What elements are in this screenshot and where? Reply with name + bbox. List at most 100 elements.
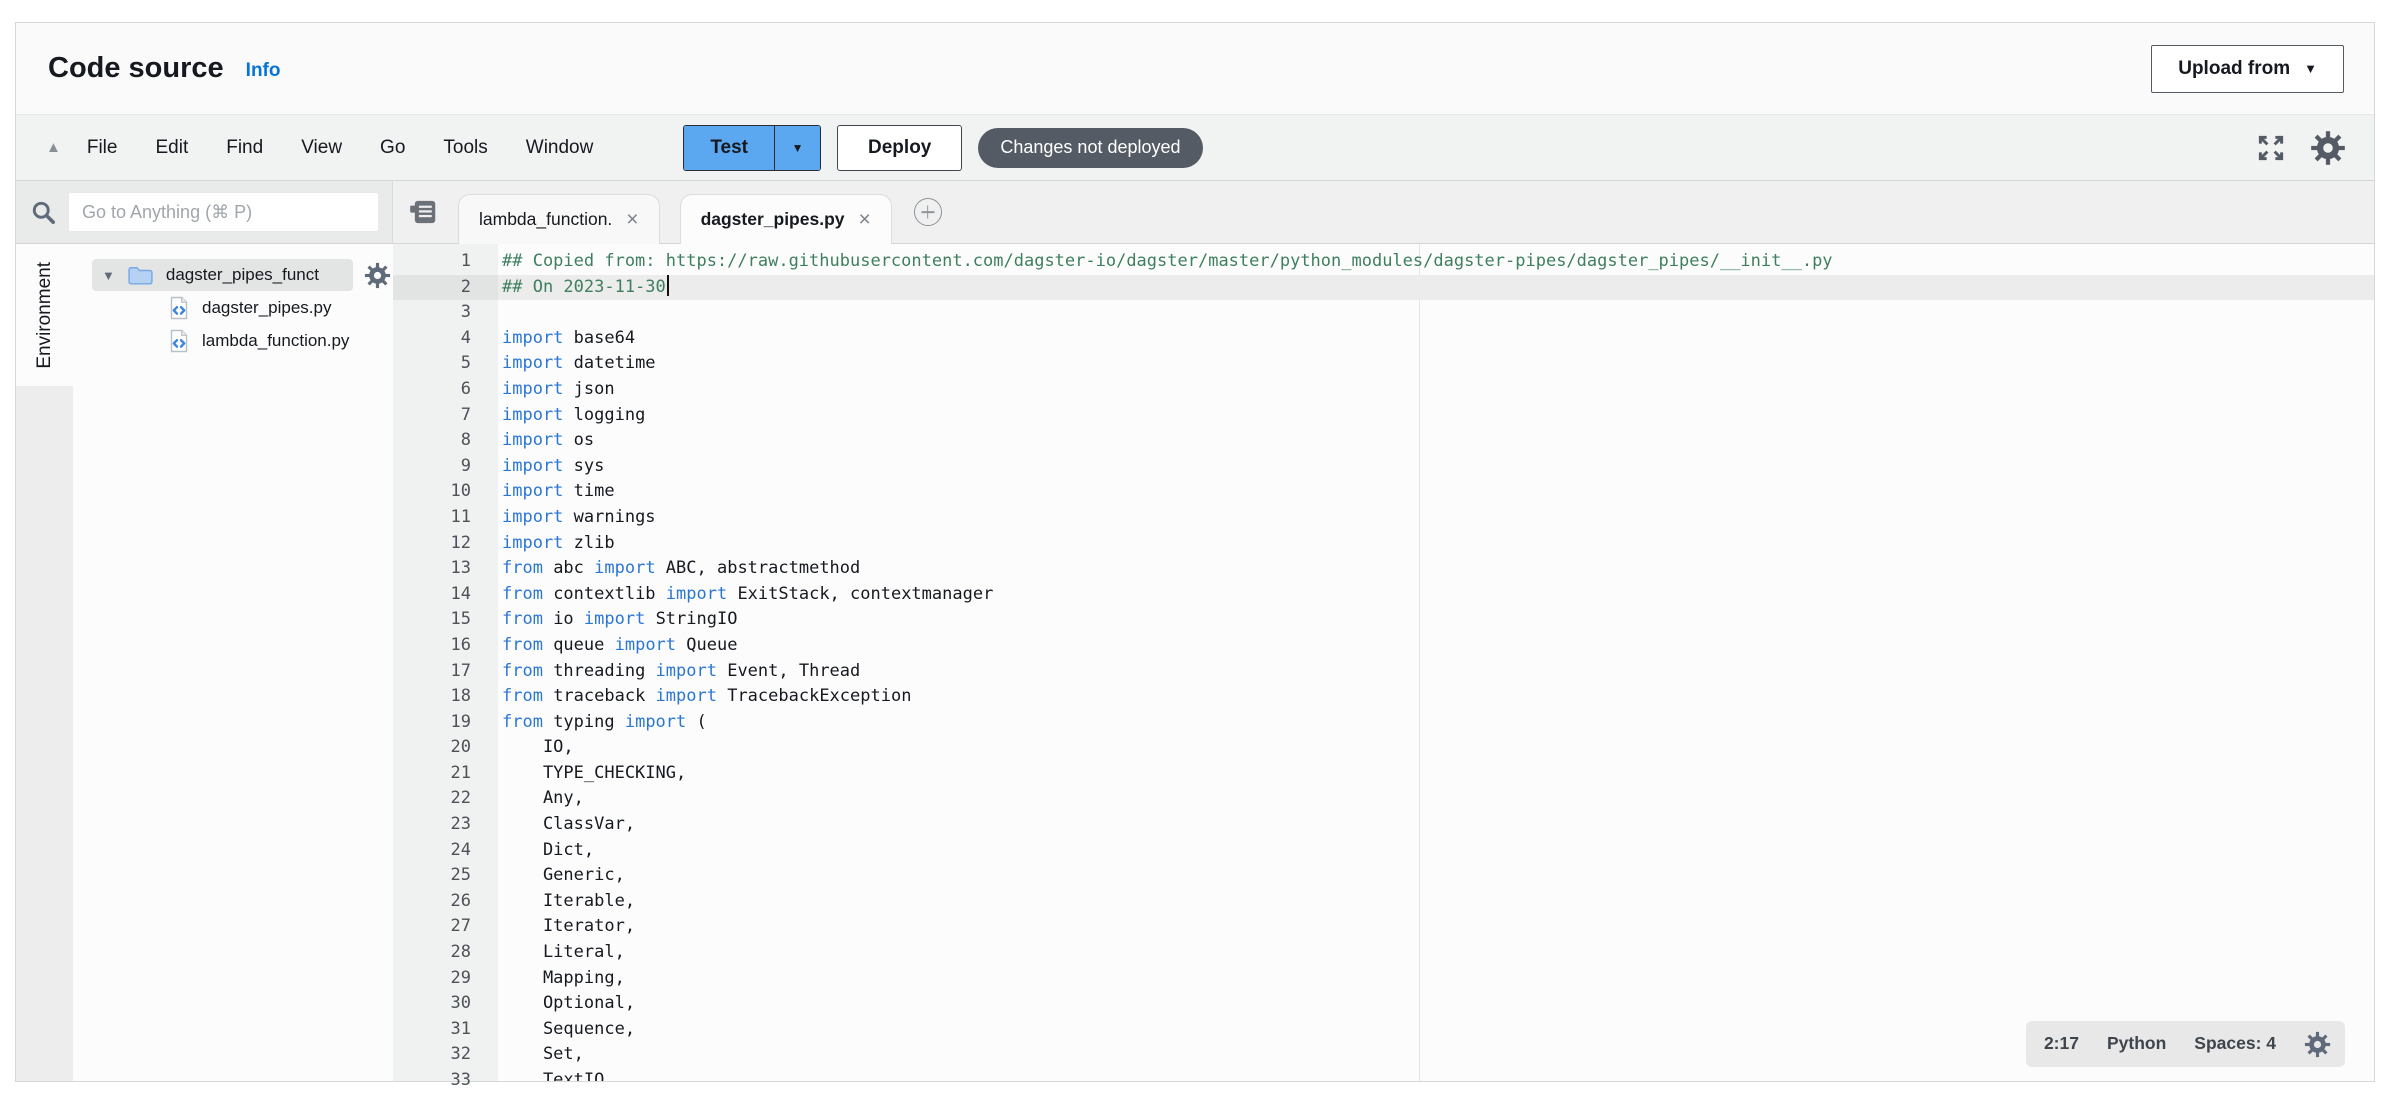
- code-line[interactable]: import logging: [498, 403, 2374, 429]
- code-line[interactable]: import datetime: [498, 351, 2374, 377]
- line-number[interactable]: 25: [393, 863, 498, 889]
- code-line[interactable]: import base64: [498, 326, 2374, 352]
- code-token: from: [502, 635, 543, 655]
- code-area[interactable]: ## Copied from: https://raw.githubuserco…: [498, 244, 2374, 1081]
- line-number[interactable]: 13: [393, 556, 498, 582]
- code-line[interactable]: import warnings: [498, 505, 2374, 531]
- code-line[interactable]: ## Copied from: https://raw.githubuserco…: [498, 249, 2374, 275]
- line-number[interactable]: 20: [393, 735, 498, 761]
- code-line[interactable]: Generic,: [498, 863, 2374, 889]
- code-line[interactable]: from io import StringIO: [498, 607, 2374, 633]
- code-source-panel: Code source Info Upload from ▼ ▲ File Ed…: [15, 22, 2375, 1082]
- close-icon[interactable]: ×: [626, 208, 638, 232]
- test-dropdown-button[interactable]: ▼: [774, 126, 820, 170]
- code-line[interactable]: Any,: [498, 786, 2374, 812]
- tree-file-dagster-pipes[interactable]: dagster_pipes.py: [73, 291, 404, 324]
- code-line[interactable]: Dict,: [498, 838, 2374, 864]
- line-number[interactable]: 14: [393, 582, 498, 608]
- line-number[interactable]: 9: [393, 454, 498, 480]
- code-line[interactable]: [498, 300, 2374, 326]
- line-number[interactable]: 21: [393, 761, 498, 787]
- settings-gear-icon[interactable]: [2310, 130, 2346, 166]
- code-line[interactable]: IO,: [498, 735, 2374, 761]
- menu-file[interactable]: File: [87, 137, 118, 159]
- line-number[interactable]: 24: [393, 838, 498, 864]
- code-line[interactable]: import time: [498, 479, 2374, 505]
- search-icon[interactable]: [30, 199, 57, 226]
- line-number[interactable]: 7: [393, 403, 498, 429]
- collapse-panel-icon[interactable]: ▲: [46, 139, 61, 156]
- line-number[interactable]: 28: [393, 940, 498, 966]
- menu-find[interactable]: Find: [226, 137, 263, 159]
- new-tab-button[interactable]: [914, 198, 942, 226]
- info-link[interactable]: Info: [246, 60, 281, 82]
- folder-row-selected[interactable]: ▼ dagster_pipes_funct: [92, 259, 353, 291]
- menu-window[interactable]: Window: [526, 137, 594, 159]
- code-line[interactable]: ClassVar,: [498, 812, 2374, 838]
- line-number[interactable]: 29: [393, 966, 498, 992]
- line-number[interactable]: 5: [393, 351, 498, 377]
- code-token: Literal,: [502, 942, 625, 962]
- line-number[interactable]: 26: [393, 889, 498, 915]
- line-number[interactable]: 10: [393, 479, 498, 505]
- code-line[interactable]: from threading import Event, Thread: [498, 659, 2374, 685]
- code-line[interactable]: ## On 2023-11-30: [498, 275, 2374, 301]
- tab-dagster-pipes[interactable]: dagster_pipes.py ×: [680, 194, 892, 244]
- code-line[interactable]: Optional,: [498, 991, 2374, 1017]
- code-line[interactable]: TextIO,: [498, 1068, 2374, 1081]
- language-mode[interactable]: Python: [2107, 1031, 2166, 1057]
- code-line[interactable]: import os: [498, 428, 2374, 454]
- test-button[interactable]: Test: [684, 126, 774, 170]
- line-number[interactable]: 27: [393, 914, 498, 940]
- line-number[interactable]: 23: [393, 812, 498, 838]
- line-number[interactable]: 8: [393, 428, 498, 454]
- line-number[interactable]: 22: [393, 786, 498, 812]
- code-line[interactable]: from contextlib import ExitStack, contex…: [498, 582, 2374, 608]
- folder-expander-icon[interactable]: ▼: [102, 268, 115, 283]
- menu-tools[interactable]: Tools: [443, 137, 487, 159]
- cursor-position[interactable]: 2:17: [2044, 1031, 2079, 1057]
- line-number[interactable]: 2: [393, 275, 498, 301]
- goto-anything-input[interactable]: [69, 193, 378, 231]
- line-number[interactable]: 18: [393, 684, 498, 710]
- code-line[interactable]: from queue import Queue: [498, 633, 2374, 659]
- line-number[interactable]: 3: [393, 300, 498, 326]
- editor-settings-gear-icon[interactable]: [2304, 1031, 2331, 1058]
- line-number[interactable]: 12: [393, 531, 498, 557]
- code-line[interactable]: from abc import ABC, abstractmethod: [498, 556, 2374, 582]
- open-files-list-icon[interactable]: [409, 199, 437, 225]
- code-line[interactable]: import json: [498, 377, 2374, 403]
- line-number[interactable]: 19: [393, 710, 498, 736]
- menu-go[interactable]: Go: [380, 137, 405, 159]
- deploy-button[interactable]: Deploy: [837, 125, 962, 171]
- code-line[interactable]: Iterator,: [498, 914, 2374, 940]
- indentation-setting[interactable]: Spaces: 4: [2194, 1031, 2276, 1057]
- code-line[interactable]: Iterable,: [498, 889, 2374, 915]
- line-number[interactable]: 16: [393, 633, 498, 659]
- line-number[interactable]: 32: [393, 1042, 498, 1068]
- line-number[interactable]: 30: [393, 991, 498, 1017]
- code-line[interactable]: import zlib: [498, 531, 2374, 557]
- code-line[interactable]: from typing import (: [498, 710, 2374, 736]
- tree-file-lambda-function[interactable]: lambda_function.py: [73, 324, 404, 357]
- code-line[interactable]: import sys: [498, 454, 2374, 480]
- line-number[interactable]: 4: [393, 326, 498, 352]
- line-number[interactable]: 31: [393, 1017, 498, 1043]
- line-number[interactable]: 17: [393, 659, 498, 685]
- tab-lambda-function[interactable]: lambda_function. ×: [458, 194, 660, 244]
- code-line[interactable]: TYPE_CHECKING,: [498, 761, 2374, 787]
- line-number[interactable]: 15: [393, 607, 498, 633]
- code-line[interactable]: from traceback import TracebackException: [498, 684, 2374, 710]
- code-line[interactable]: Literal,: [498, 940, 2374, 966]
- close-icon[interactable]: ×: [859, 208, 871, 232]
- line-number[interactable]: 6: [393, 377, 498, 403]
- environment-tab[interactable]: Environment: [16, 244, 73, 386]
- menu-view[interactable]: View: [301, 137, 342, 159]
- fullscreen-icon[interactable]: [2256, 133, 2286, 163]
- code-line[interactable]: Mapping,: [498, 966, 2374, 992]
- line-number[interactable]: 11: [393, 505, 498, 531]
- upload-from-button[interactable]: Upload from ▼: [2151, 45, 2344, 93]
- code-token: Generic,: [502, 865, 625, 885]
- menu-edit[interactable]: Edit: [155, 137, 188, 159]
- line-number[interactable]: 1: [393, 249, 498, 275]
